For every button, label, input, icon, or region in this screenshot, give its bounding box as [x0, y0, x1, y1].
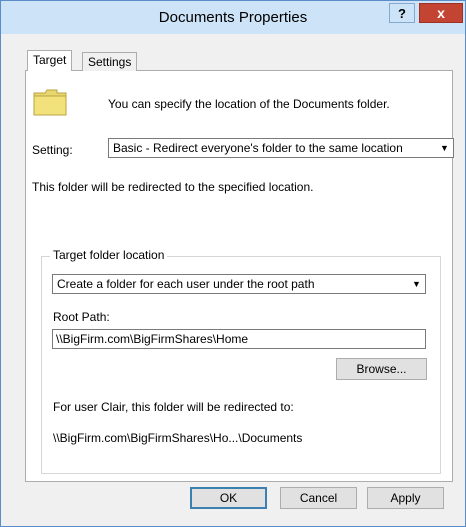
redirect-text: This folder will be redirected to the sp…: [32, 180, 314, 194]
setting-dropdown-value: Basic - Redirect everyone's folder to th…: [113, 141, 403, 155]
properties-window: Documents Properties ? x Target Settings…: [0, 0, 466, 527]
group-title: Target folder location: [50, 248, 168, 262]
cancel-button[interactable]: Cancel: [280, 487, 357, 509]
dialog-client-area: Target Settings You can specify the loca…: [9, 34, 457, 521]
setting-label: Setting:: [32, 143, 73, 157]
browse-button[interactable]: Browse...: [336, 358, 427, 380]
root-path-input[interactable]: \\BigFirm.com\BigFirmShares\Home: [52, 329, 426, 349]
help-button[interactable]: ?: [389, 3, 415, 23]
setting-dropdown[interactable]: Basic - Redirect everyone's folder to th…: [108, 138, 454, 158]
target-location-value: Create a folder for each user under the …: [57, 277, 315, 291]
tab-settings[interactable]: Settings: [82, 52, 138, 71]
title-bar[interactable]: Documents Properties ? x: [1, 1, 465, 34]
ok-button[interactable]: OK: [190, 487, 267, 509]
root-path-label: Root Path:: [53, 310, 110, 324]
folder-icon: [33, 89, 67, 116]
chevron-down-icon[interactable]: ▼: [435, 139, 453, 157]
target-location-dropdown[interactable]: Create a folder for each user under the …: [52, 274, 426, 294]
destination-path: \\BigFirm.com\BigFirmShares\Ho...\Docume…: [53, 431, 303, 445]
tab-target[interactable]: Target: [27, 50, 73, 71]
chevron-down-icon[interactable]: ▼: [407, 275, 425, 293]
user-redirect-text: For user Clair, this folder will be redi…: [53, 400, 294, 414]
info-text: You can specify the location of the Docu…: [108, 97, 390, 111]
close-button[interactable]: x: [419, 3, 463, 23]
apply-button[interactable]: Apply: [367, 487, 444, 509]
